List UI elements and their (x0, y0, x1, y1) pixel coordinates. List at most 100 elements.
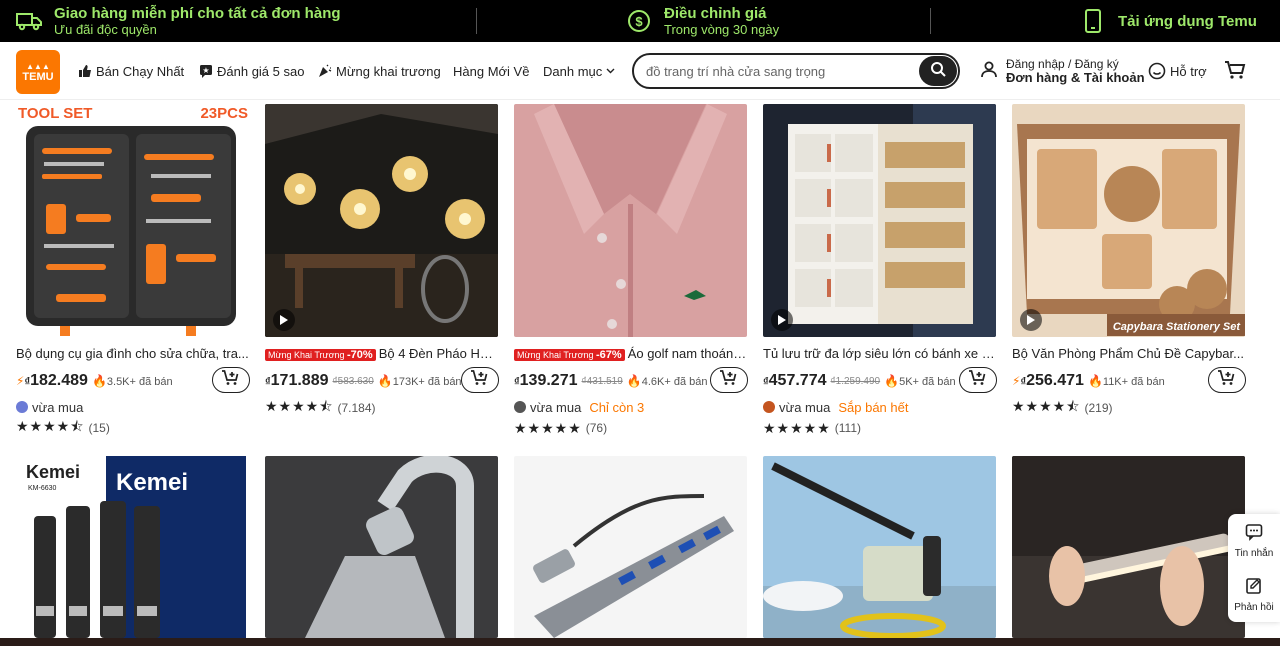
play-icon[interactable] (771, 309, 793, 331)
add-to-cart-button[interactable] (959, 367, 997, 393)
truck-icon (16, 8, 42, 34)
product-card[interactable]: Mừng Khai Trương -67% Áo golf nam thoáng … (514, 104, 748, 437)
cart-button[interactable] (1224, 60, 1246, 85)
feedback-label: Phản hồi (1234, 602, 1274, 613)
feedback-button[interactable]: Phản hồi (1228, 568, 1280, 622)
support-label: Hỗ trợ (1170, 63, 1207, 79)
free-shipping-promo[interactable]: Giao hàng miễn phí cho tất cả đơn hàng Ư… (16, 0, 341, 42)
sign-in-label: Đăng nhập / Đăng ký (1006, 57, 1119, 71)
nav-label: Đánh giá 5 sao (217, 63, 305, 79)
grand-opening-badge: Mừng Khai Trương -67% (514, 348, 625, 361)
product-price: ₫457.774 (763, 372, 827, 389)
add-to-cart-button[interactable] (1208, 367, 1246, 393)
shipping-subtitle: Ưu đãi độc quyền (54, 21, 157, 37)
nav-grand-opening[interactable]: Mừng khai trương (318, 42, 441, 100)
product-card[interactable]: Kemei KM-6630 Kemei (16, 456, 249, 638)
chevron-down-icon (606, 68, 615, 74)
divider (476, 8, 477, 34)
download-app-promo[interactable]: Tải ứng dụng Temu (1080, 0, 1257, 42)
avatar (16, 401, 28, 413)
product-title[interactable]: Mừng Khai Trương -70%Bộ 4 Đèn Pháo Hoa N… (265, 345, 498, 363)
svg-text:KM-6630: KM-6630 (28, 485, 57, 492)
svg-text:TOOL SET: TOOL SET (18, 105, 92, 122)
product-card[interactable]: Tủ lưu trữ đa lớp siêu lớn có bánh xe v.… (763, 104, 997, 437)
play-icon[interactable] (1020, 309, 1042, 331)
add-to-cart-button[interactable] (461, 367, 499, 393)
original-price: ₫583.630 (332, 375, 374, 387)
product-image-kemei-trimmer[interactable]: Kemei KM-6630 Kemei (16, 456, 249, 638)
dollar-refresh-icon: $ (626, 8, 652, 34)
play-icon[interactable] (273, 309, 295, 331)
nav-five-star[interactable]: ★ Đánh giá 5 sao (199, 42, 304, 100)
svg-text:Capybara Stationery Set: Capybara Stationery Set (1113, 321, 1241, 333)
sold-count: 🔥5K+ đã bán (884, 374, 956, 388)
svg-text:$: $ (635, 14, 643, 29)
sold-count: 🔥11K+ đã bán (1087, 374, 1165, 388)
temu-logo[interactable]: ▲▲▲ TEMU (16, 50, 60, 94)
avatar (763, 401, 775, 413)
product-card[interactable] (514, 456, 747, 638)
nav-categories[interactable]: Danh mục (543, 42, 615, 100)
nav-label: Hàng Mới Về (453, 63, 530, 79)
product-image-storage-cabinet[interactable] (763, 104, 996, 337)
logo-text: TEMU (22, 71, 54, 83)
product-price: ₫182.489 (24, 372, 88, 389)
product-image-golf-shirt[interactable] (514, 104, 747, 337)
product-image-capybara-stationery[interactable]: Capybara Stationery Set (1012, 104, 1245, 337)
sold-count: 🔥173K+ đã bán (377, 374, 462, 388)
product-price: ₫139.271 (514, 372, 578, 389)
nav-new-arrivals[interactable]: Hàng Mới Về (453, 42, 529, 100)
product-image-led-light-bar[interactable] (1012, 456, 1245, 638)
stars-icon: ★★★★⯪ (1012, 398, 1081, 414)
product-card[interactable]: TOOL SET 23PCS Bộ dụng cụ gia đình cho s… (16, 104, 250, 437)
account-menu[interactable]: Đăng nhập / Đăng ký Đơn hàng & Tài khoản (980, 42, 1145, 100)
recent-buyer: vừa mua Chỉ còn 3 (514, 399, 747, 415)
svg-text:Kemei: Kemei (116, 469, 188, 496)
messages-label: Tin nhắn (1234, 548, 1274, 559)
svg-text:Kemei: Kemei (26, 462, 80, 482)
product-title[interactable]: Bộ Văn Phòng Phẩm Chủ Đề Capybar... (1012, 345, 1245, 363)
party-popper-icon (318, 64, 332, 78)
product-title[interactable]: Tủ lưu trữ đa lớp siêu lớn có bánh xe v.… (763, 345, 996, 363)
product-image-pressure-washer[interactable] (763, 456, 996, 638)
add-to-cart-button[interactable] (212, 367, 250, 393)
nav-label: Mừng khai trương (336, 63, 441, 79)
nav-best-sellers[interactable]: Bán Chạy Nhất (78, 42, 184, 100)
chat-smile-icon (1148, 62, 1166, 80)
product-card[interactable] (265, 456, 498, 638)
search-input[interactable] (634, 56, 919, 86)
rating: ★★★★⯪ (7.184) (265, 398, 498, 417)
orders-account-label: Đơn hàng & Tài khoản (1006, 70, 1145, 85)
product-image-firework-lights[interactable] (265, 104, 498, 337)
side-widget: Tin nhắn Phản hồi (1228, 514, 1280, 622)
adjust-subtitle: Trong vòng 30 ngày (664, 21, 780, 37)
original-price: ₫431.519 (581, 375, 623, 387)
flash-icon: ⚡ (16, 374, 25, 388)
promo-bar: Giao hàng miễn phí cho tất cả đơn hàng Ư… (0, 0, 1280, 42)
product-card[interactable] (1012, 456, 1245, 638)
product-card[interactable]: Capybara Stationery Set Bộ Văn Phòng Phẩ… (1012, 104, 1246, 417)
add-to-cart-button[interactable] (710, 367, 748, 393)
product-card[interactable] (763, 456, 996, 638)
product-title[interactable]: Mừng Khai Trương -67% Áo golf nam thoáng … (514, 345, 747, 363)
price-adjust-promo[interactable]: $ Điều chỉnh giá Trong vòng 30 ngày (626, 0, 779, 42)
product-image-usb-hub[interactable] (514, 456, 747, 638)
product-card[interactable]: Mừng Khai Trương -70%Bộ 4 Đèn Pháo Hoa N… (265, 104, 499, 417)
download-app-label: Tải ứng dụng Temu (1118, 12, 1257, 30)
shipping-title: Giao hàng miễn phí cho tất cả đơn hàng (54, 4, 341, 22)
cart-plus-icon (221, 369, 241, 391)
product-image-tool-set[interactable]: TOOL SET 23PCS (16, 104, 249, 337)
cart-icon (1224, 61, 1246, 84)
stars-icon: ★★★★⯪ (265, 398, 334, 414)
product-title[interactable]: Bộ dụng cụ gia đình cho sửa chữa, tra... (16, 345, 249, 363)
cart-plus-icon (1217, 369, 1237, 391)
nav-label: Danh mục (543, 63, 603, 79)
product-image-faucet[interactable] (265, 456, 498, 638)
stock-warning: Chỉ còn 3 (589, 399, 645, 415)
messages-button[interactable]: Tin nhắn (1228, 514, 1280, 568)
chat-bubble-icon (1245, 523, 1263, 544)
recent-buyer: vừa mua Sắp bán hết (763, 399, 996, 415)
search-button[interactable] (919, 56, 957, 86)
rating: ★★★★⯪ (15) (16, 418, 249, 437)
support-button[interactable]: Hỗ trợ (1148, 42, 1207, 100)
